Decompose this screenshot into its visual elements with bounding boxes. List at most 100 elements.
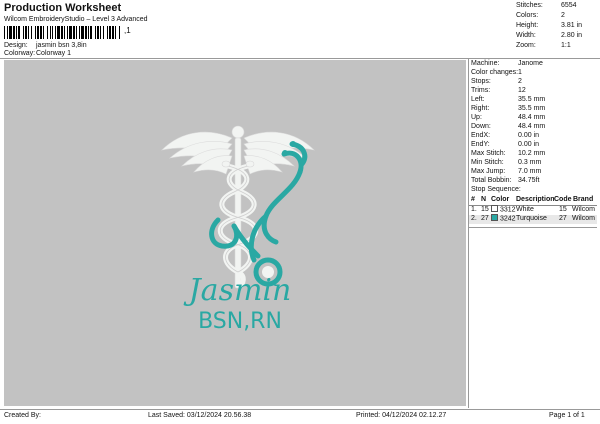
barcode-bar bbox=[97, 26, 99, 39]
stop-code: 27 bbox=[559, 215, 567, 222]
barcode-bar bbox=[4, 26, 5, 39]
color-swatch-turquoise bbox=[491, 214, 498, 221]
printed-date: Printed: 04/12/2024 02.12.27 bbox=[356, 412, 447, 419]
colorway-label: Colorway: bbox=[4, 50, 36, 57]
created-by: Created By: bbox=[4, 412, 41, 419]
barcode-bar bbox=[7, 26, 8, 39]
barcode-bar bbox=[25, 26, 27, 39]
barcode-bar bbox=[100, 26, 101, 39]
footer-divider bbox=[0, 409, 600, 410]
stop-row-2[interactable]: 2. 27 3242 Turquoise 27 Wilcom bbox=[469, 214, 597, 224]
machine-label: Machine: bbox=[471, 60, 500, 67]
up-value: 48.4 mm bbox=[518, 114, 546, 121]
stitches-value: 6554 bbox=[561, 2, 577, 9]
barcode-bar bbox=[23, 26, 24, 39]
down-label: Down: bbox=[471, 123, 491, 130]
header-num: # bbox=[471, 196, 475, 203]
trims-value: 12 bbox=[518, 87, 526, 94]
header-divider bbox=[0, 58, 600, 59]
colors-label: Colors: bbox=[516, 12, 539, 19]
width-row: Width: 2.80 in bbox=[516, 32, 596, 42]
barcode-bar bbox=[52, 26, 53, 39]
barcode-bar bbox=[67, 26, 68, 39]
barcode-bar bbox=[81, 26, 84, 39]
stop-sequence-table: # N Color Description Code Brand 1. 15 3… bbox=[469, 196, 597, 224]
header-brand: Brand bbox=[573, 196, 594, 203]
barcode-bar bbox=[40, 26, 42, 39]
stop-code: 15 bbox=[559, 206, 567, 213]
software-name: Wilcom EmbroideryStudio – Level 3 Advanc… bbox=[4, 16, 148, 23]
min-stitch-row: Min Stitch: 0.3 mm bbox=[471, 159, 597, 168]
stop-sequence-title: Stop Sequence: bbox=[471, 186, 521, 193]
color-swatch-white bbox=[491, 205, 498, 212]
down-value: 48.4 mm bbox=[518, 123, 546, 130]
design-stats: Stitches: 6554 Colors: 2 Height: 3.81 in Wi… bbox=[516, 2, 596, 52]
barcode-bar bbox=[73, 26, 75, 39]
barcode-bar bbox=[64, 26, 65, 39]
stop-num: 1. bbox=[471, 206, 477, 213]
barcode-bar bbox=[13, 26, 15, 39]
barcode-bar bbox=[35, 26, 36, 39]
page-number: Page 1 of 1 bbox=[549, 412, 585, 419]
colors-row: Colors: 2 bbox=[516, 12, 596, 22]
stop-num: 2. bbox=[471, 215, 477, 222]
design-credentials-text: BSN,RN bbox=[198, 309, 282, 334]
barcode-bar bbox=[9, 26, 12, 39]
stop-sequence-header: # N Color Description Code Brand bbox=[469, 196, 597, 206]
max-jump-label: Max Jump: bbox=[471, 168, 506, 175]
barcode bbox=[4, 26, 120, 39]
barcode-bar bbox=[61, 26, 63, 39]
barcode-bar bbox=[95, 26, 96, 39]
left-label: Left: bbox=[471, 96, 485, 103]
stop-sequence-divider bbox=[469, 227, 597, 228]
stops-label: Stops: bbox=[471, 78, 491, 85]
height-value: 3.81 in bbox=[561, 22, 583, 29]
width-value: 2.80 in bbox=[561, 32, 583, 39]
stethoscope-earpiece-left bbox=[282, 150, 288, 156]
right-label: Right: bbox=[471, 105, 490, 112]
endy-row: EndY: 0.00 in bbox=[471, 141, 597, 150]
min-stitch-value: 0.3 mm bbox=[518, 159, 542, 166]
barcode-bar bbox=[85, 26, 87, 39]
barcode-bar bbox=[119, 26, 120, 39]
barcode-bar bbox=[79, 26, 80, 39]
max-stitch-value: 10.2 mm bbox=[518, 150, 546, 157]
height-row: Height: 3.81 in bbox=[516, 22, 596, 32]
barcode-bar bbox=[31, 26, 32, 39]
stop-color-cell: 3242 bbox=[491, 214, 516, 223]
trims-row: Trims: 12 bbox=[471, 87, 597, 96]
barcode-bar bbox=[37, 26, 39, 39]
stitches-label: Stitches: bbox=[516, 2, 543, 9]
width-label: Width: bbox=[516, 32, 536, 39]
barcode-bar bbox=[55, 26, 56, 39]
stop-n: 27 bbox=[481, 215, 489, 222]
endx-value: 0.00 in bbox=[518, 132, 540, 139]
machine-value: Janome bbox=[518, 60, 543, 67]
max-jump-value: 7.0 mm bbox=[518, 168, 542, 175]
barcode-bar bbox=[69, 26, 72, 39]
color-changes-row: Color changes: 1 bbox=[471, 69, 597, 78]
stethoscope-earpiece-right bbox=[290, 141, 296, 147]
header-description: Description bbox=[516, 196, 555, 203]
machine-info-panel: Machine: Janome Color changes: 1 Stops: 2 T… bbox=[471, 60, 597, 186]
stop-color-code: 3312 bbox=[499, 206, 516, 214]
zoom-row: Zoom: 1:1 bbox=[516, 42, 596, 52]
design-name: jasmin bsn 3,8in bbox=[36, 42, 87, 49]
barcode-bar bbox=[47, 26, 48, 39]
right-row: Right: 35.5 mm bbox=[471, 105, 597, 114]
last-saved: Last Saved: 03/12/2024 20.56.38 bbox=[148, 412, 252, 419]
height-label: Height: bbox=[516, 22, 539, 29]
header-code: Code bbox=[554, 196, 572, 203]
left-value: 35.5 mm bbox=[518, 96, 546, 103]
stop-row-1[interactable]: 1. 15 3312 White 15 Wilcom bbox=[469, 205, 597, 215]
zoom-value: 1:1 bbox=[561, 42, 571, 49]
endx-label: EndX: bbox=[471, 132, 491, 139]
barcode-bar bbox=[18, 26, 20, 39]
up-row: Up: 48.4 mm bbox=[471, 114, 597, 123]
zoom-label: Zoom: bbox=[516, 42, 536, 49]
barcode-bar bbox=[90, 26, 92, 39]
stop-color-code: 3242 bbox=[499, 215, 516, 223]
right-value: 35.5 mm bbox=[518, 105, 546, 112]
stop-description: White bbox=[516, 206, 534, 213]
barcode-bar bbox=[43, 26, 44, 39]
